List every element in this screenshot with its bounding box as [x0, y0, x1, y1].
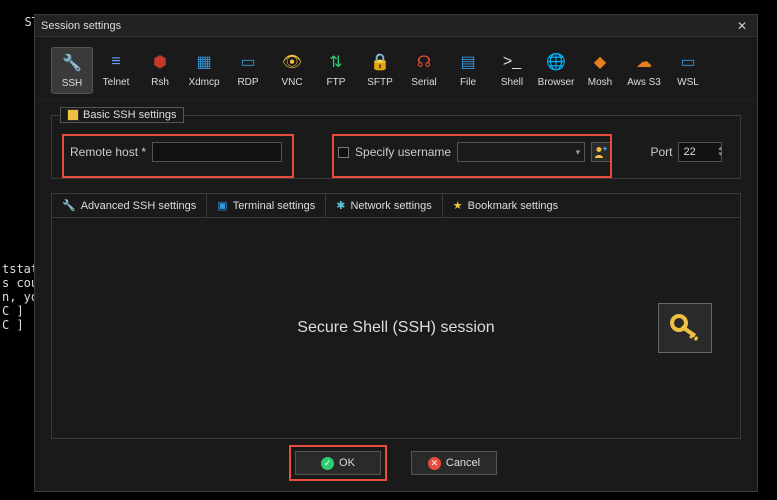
awss3-icon: ☁ — [633, 51, 655, 73]
session-type-label: SFTP — [367, 77, 393, 88]
wrench-icon — [67, 109, 79, 121]
session-type-shell[interactable]: >_ Shell — [491, 47, 533, 94]
session-type-label: Shell — [501, 77, 523, 88]
close-button[interactable]: ✕ — [733, 17, 751, 35]
session-type-label: Browser — [538, 77, 575, 88]
ssh-key-badge — [658, 303, 712, 353]
close-icon: ✕ — [737, 19, 747, 33]
session-type-label: Telnet — [103, 77, 130, 88]
session-type-browser[interactable]: 🌐 Browser — [535, 47, 577, 94]
dialog-button-row: ✓ OK ✕ Cancel — [51, 439, 741, 485]
adv-tab-adv[interactable]: 🔧 Advanced SSH settings — [52, 194, 207, 217]
session-type-wsl[interactable]: ▭ WSL — [667, 47, 709, 94]
adv-tab-book[interactable]: ★ Bookmark settings — [443, 194, 568, 217]
serial-icon: ☊ — [413, 51, 435, 73]
session-type-file[interactable]: ▤ File — [447, 47, 489, 94]
dialog-body: Basic SSH settings Remote host * Specify… — [35, 101, 757, 491]
basic-legend-label: Basic SSH settings — [83, 109, 177, 121]
titlebar: Session settings ✕ — [35, 15, 757, 37]
user-plus-icon — [594, 145, 608, 159]
xdmcp-icon: ▦ — [193, 51, 215, 73]
session-type-rsh[interactable]: ⬢ Rsh — [139, 47, 181, 94]
session-type-label: VNC — [281, 77, 302, 88]
session-type-label: SSH — [62, 78, 83, 89]
dialog-title: Session settings — [41, 20, 733, 32]
chevron-down-icon: ▾ — [572, 147, 585, 158]
mosh-icon: ◆ — [589, 51, 611, 73]
session-type-telnet[interactable]: ≡ Telnet — [95, 47, 137, 94]
adv-tab-term[interactable]: ▣ Terminal settings — [207, 194, 326, 217]
specify-username-checkbox[interactable] — [338, 147, 349, 158]
ok-label: OK — [339, 457, 355, 469]
tool-icon: 🔧 — [62, 199, 76, 212]
adv-tab-label: Terminal settings — [233, 200, 316, 212]
basic-ssh-legend: Basic SSH settings — [60, 107, 184, 123]
session-type-label: File — [460, 77, 476, 88]
port-spinner[interactable]: ▴▾ — [718, 146, 722, 158]
basic-row: Remote host * Specify username ▾ — [64, 142, 728, 162]
vnc-icon: 👁 — [281, 51, 303, 73]
browser-icon: 🌐 — [545, 51, 567, 73]
session-type-serial[interactable]: ☊ Serial — [403, 47, 445, 94]
session-type-label: RDP — [237, 77, 258, 88]
remote-host-label: Remote host * — [70, 145, 146, 159]
cancel-x-icon: ✕ — [428, 457, 441, 470]
ssh-icon: 🔧 — [61, 52, 83, 74]
port-value: 22 — [683, 146, 717, 158]
cancel-label: Cancel — [446, 457, 480, 469]
key-icon — [668, 311, 702, 345]
shell-icon: >_ — [501, 51, 523, 73]
session-type-label: WSL — [677, 77, 699, 88]
adv-tab-net[interactable]: ✱ Network settings — [326, 194, 443, 217]
session-type-rdp[interactable]: ▭ RDP — [227, 47, 269, 94]
port-input[interactable]: 22 — [678, 142, 722, 162]
remote-host-group: Remote host * — [70, 142, 282, 162]
specify-username-label: Specify username — [355, 145, 451, 159]
manage-credentials-button[interactable] — [591, 142, 611, 162]
star-icon: ★ — [453, 199, 463, 212]
session-type-tabs: 🔧 SSH ≡ Telnet ⬢ Rsh ▦ Xdmcp ▭ RDP 👁 VNC ⇅ FTP 🔒 SFTP ☊ S… — [35, 37, 757, 101]
session-type-label: Mosh — [588, 77, 612, 88]
adv-tab-label: Bookmark settings — [468, 200, 558, 212]
wsl-icon: ▭ — [677, 51, 699, 73]
advanced-tab-content: Secure Shell (SSH) session — [51, 217, 741, 439]
session-type-ftp[interactable]: ⇅ FTP — [315, 47, 357, 94]
username-combo[interactable]: ▾ — [457, 142, 585, 162]
ftp-icon: ⇅ — [325, 51, 347, 73]
sftp-icon: 🔒 — [369, 51, 391, 73]
session-type-label: FTP — [327, 77, 346, 88]
terminal-icon: ▣ — [217, 199, 227, 212]
adv-tab-label: Advanced SSH settings — [81, 200, 197, 212]
remote-host-input[interactable] — [152, 142, 282, 162]
rdp-icon: ▭ — [237, 51, 259, 73]
adv-tab-label: Network settings — [350, 200, 431, 212]
session-settings-dialog: Session settings ✕ 🔧 SSH ≡ Telnet ⬢ Rsh ▦ Xdmcp… — [34, 14, 758, 492]
port-group: Port 22 ▴▾ — [650, 142, 722, 162]
session-type-label: Rsh — [151, 77, 169, 88]
net-icon: ✱ — [336, 199, 345, 212]
session-type-xdmcp[interactable]: ▦ Xdmcp — [183, 47, 225, 94]
session-type-awss3[interactable]: ☁ Aws S3 — [623, 47, 665, 94]
session-type-vnc[interactable]: 👁 VNC — [271, 47, 313, 94]
basic-ssh-fieldset: Basic SSH settings Remote host * Specify… — [51, 115, 741, 179]
session-description: Secure Shell (SSH) session — [297, 319, 494, 337]
session-type-sftp[interactable]: 🔒 SFTP — [359, 47, 401, 94]
port-label: Port — [650, 145, 672, 159]
advanced-tabs: 🔧 Advanced SSH settings ▣ Terminal settings… — [51, 193, 741, 217]
session-type-label: Serial — [411, 77, 437, 88]
session-type-mosh[interactable]: ◆ Mosh — [579, 47, 621, 94]
rsh-icon: ⬢ — [149, 51, 171, 73]
cancel-button[interactable]: ✕ Cancel — [411, 451, 497, 475]
file-icon: ▤ — [457, 51, 479, 73]
telnet-icon: ≡ — [105, 51, 127, 73]
session-type-label: Xdmcp — [188, 77, 219, 88]
ok-check-icon: ✓ — [321, 457, 334, 470]
session-type-label: Aws S3 — [627, 77, 661, 88]
specify-username-group: Specify username ▾ — [338, 142, 611, 162]
ok-button[interactable]: ✓ OK — [295, 451, 381, 475]
session-type-ssh[interactable]: 🔧 SSH — [51, 47, 93, 94]
